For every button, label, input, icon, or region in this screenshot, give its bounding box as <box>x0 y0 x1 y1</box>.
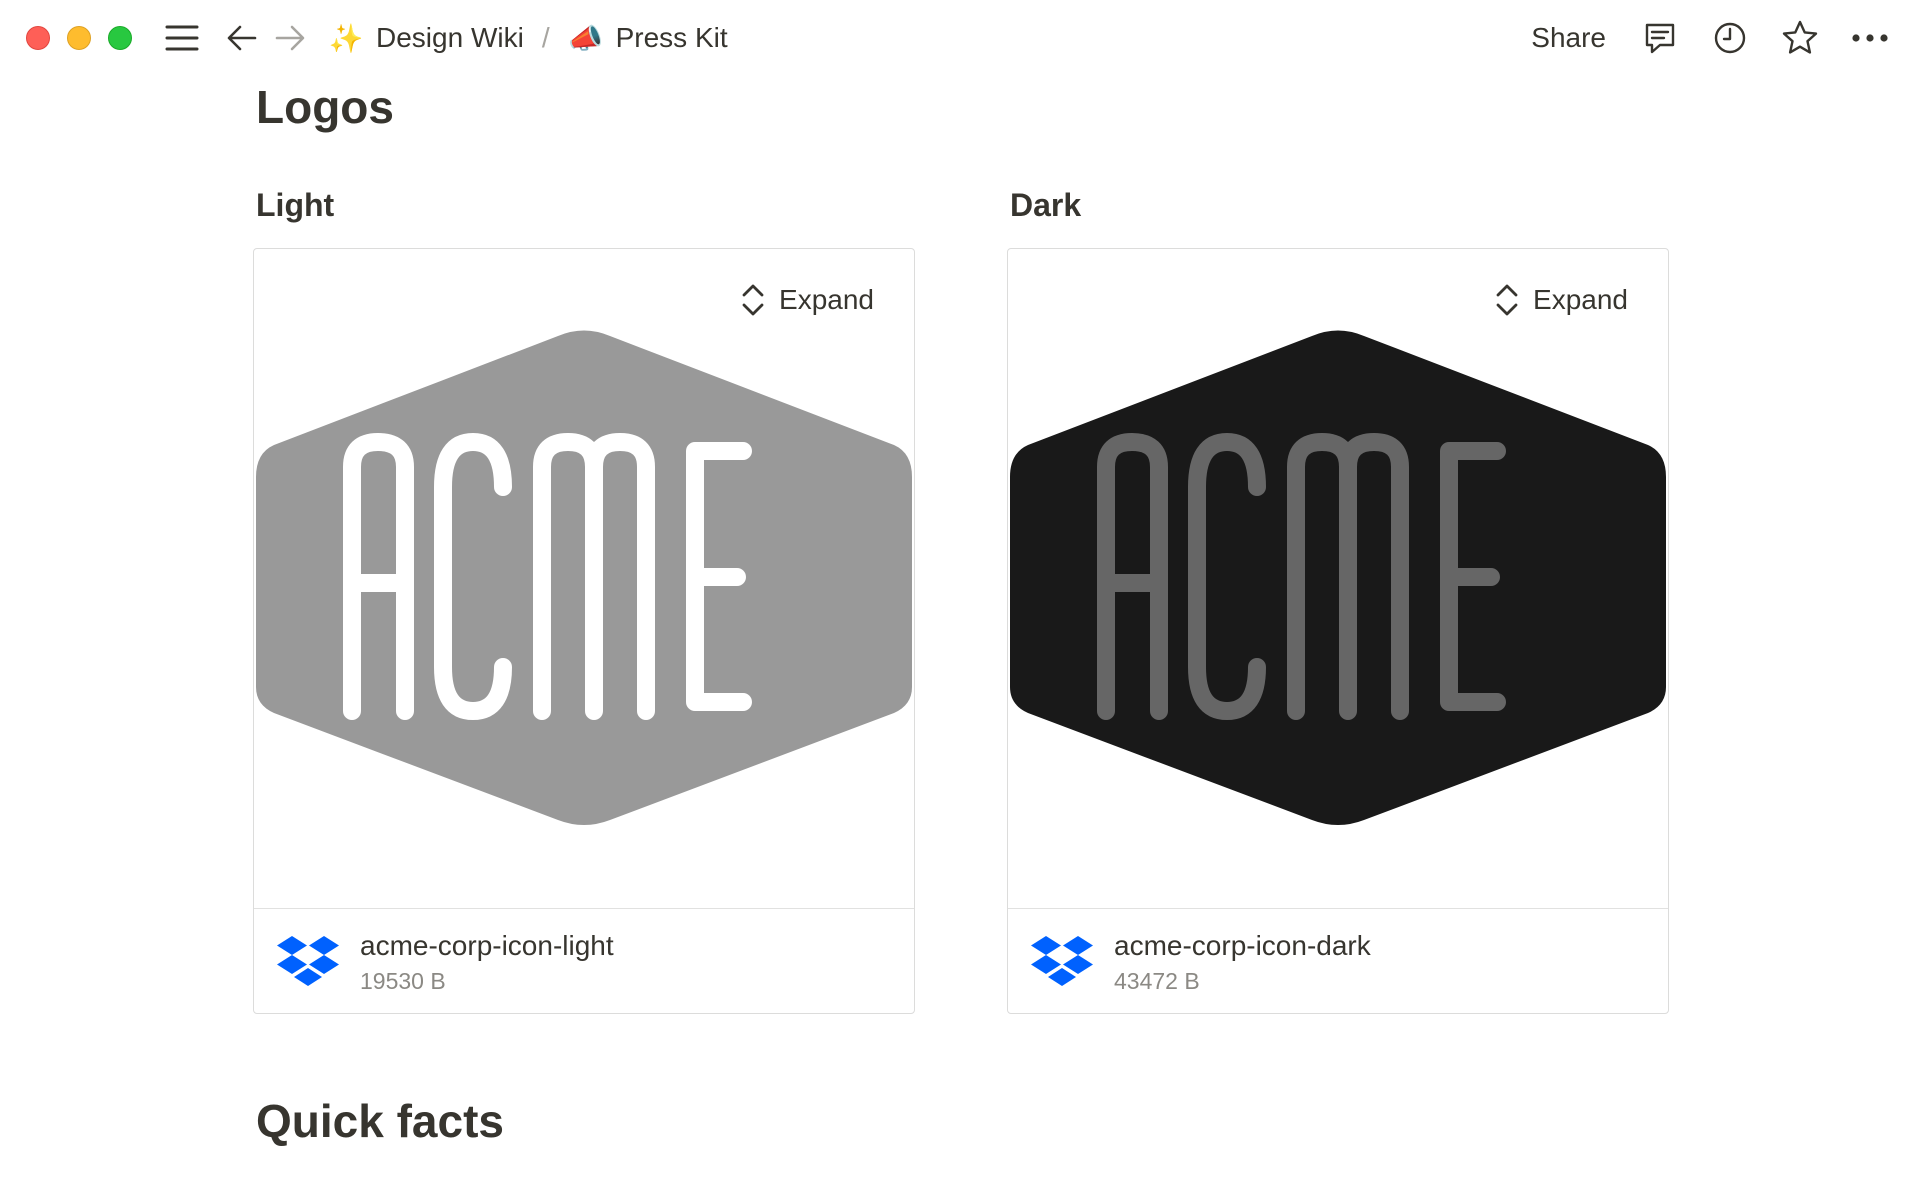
section-heading-logos: Logos <box>256 81 394 133</box>
dropbox-icon <box>277 936 339 986</box>
file-info-row[interactable]: acme-corp-icon-light 19530 B <box>254 909 914 1013</box>
minimize-window-button[interactable] <box>67 26 91 50</box>
comment-icon <box>1645 23 1675 54</box>
expand-label: Expand <box>779 284 874 315</box>
expand-button[interactable]: Expand <box>741 283 874 317</box>
breadcrumb-label: Press Kit <box>615 22 728 53</box>
more-options-button[interactable] <box>1850 18 1890 58</box>
file-details: acme-corp-icon-dark 43472 B <box>1114 930 1371 995</box>
arrow-right-icon <box>275 25 305 51</box>
comments-button[interactable] <box>1640 18 1680 58</box>
forward-button[interactable] <box>272 20 308 56</box>
arrow-left-icon <box>227 25 257 51</box>
window-controls <box>26 26 132 50</box>
share-button[interactable]: Share <box>1531 22 1606 54</box>
expand-button[interactable]: Expand <box>1495 283 1628 317</box>
page-actions: Share <box>1531 0 1890 76</box>
favorite-button[interactable] <box>1780 18 1820 58</box>
subheading-dark: Dark <box>1010 187 1082 223</box>
breadcrumb-label: Design Wiki <box>376 22 524 53</box>
close-window-button[interactable] <box>26 26 50 50</box>
expand-label: Expand <box>1533 284 1628 315</box>
title-bar: ✨ Design Wiki / 📣 Press Kit Share <box>0 0 1920 76</box>
sidebar-toggle-button[interactable] <box>164 20 200 56</box>
logo-preview-light: Expand <box>254 249 914 909</box>
breadcrumb-separator: / <box>541 22 550 53</box>
subheading-light: Light <box>256 187 335 223</box>
sparkles-icon: ✨ <box>328 22 364 54</box>
file-size: 43472 B <box>1114 967 1200 994</box>
file-info-row[interactable]: acme-corp-icon-dark 43472 B <box>1008 909 1668 1013</box>
star-icon <box>1782 20 1818 54</box>
acme-logo-dark <box>1010 330 1666 825</box>
megaphone-icon: 📣 <box>568 22 604 54</box>
more-horizontal-icon <box>1852 34 1888 42</box>
breadcrumb-press-kit[interactable]: 📣 Press Kit <box>568 22 728 55</box>
updates-button[interactable] <box>1710 18 1750 58</box>
file-embed-card-dark[interactable]: Expand acme-corp-icon-dark 43472 B <box>1007 248 1669 1014</box>
logo-preview-dark: Expand <box>1008 249 1668 909</box>
chevron-up-down-icon <box>742 284 764 316</box>
file-size: 19530 B <box>360 967 446 994</box>
file-name: acme-corp-icon-light <box>360 929 614 961</box>
breadcrumb-design-wiki[interactable]: ✨ Design Wiki <box>328 22 524 55</box>
chevron-up-down-icon <box>1496 284 1518 316</box>
maximize-window-button[interactable] <box>108 26 132 50</box>
clock-icon <box>1714 22 1746 54</box>
back-button[interactable] <box>224 20 260 56</box>
section-heading-quick-facts: Quick facts <box>256 1095 504 1147</box>
file-embed-card-light[interactable]: Expand acme-corp-icon-light 19530 B <box>253 248 915 1014</box>
file-details: acme-corp-icon-light 19530 B <box>360 930 614 995</box>
breadcrumb: ✨ Design Wiki / 📣 Press Kit <box>328 22 728 55</box>
acme-logo-light <box>256 330 912 825</box>
file-name: acme-corp-icon-dark <box>1114 929 1371 961</box>
dropbox-icon <box>1031 936 1093 986</box>
hamburger-menu-icon <box>165 25 199 51</box>
